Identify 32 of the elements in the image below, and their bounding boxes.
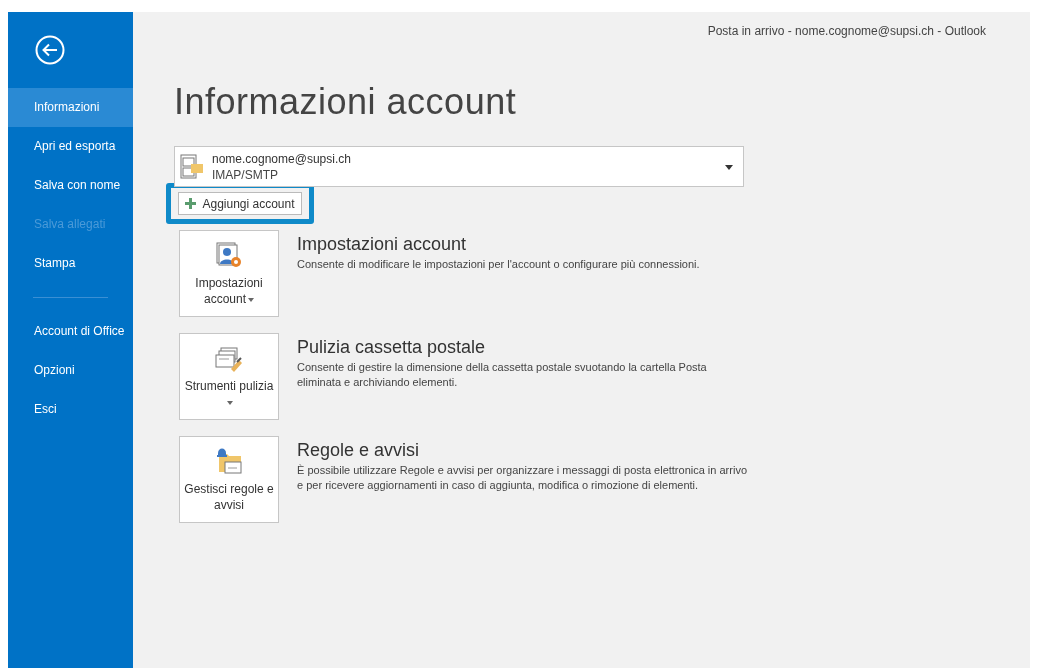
envelopes-brush-icon — [215, 347, 243, 373]
sidebar-item[interactable]: Esci — [8, 390, 133, 429]
person-gear-icon — [215, 242, 243, 270]
page-heading: Informazioni account — [174, 80, 518, 124]
caret-icon — [227, 400, 233, 405]
bell-folder-icon — [215, 446, 243, 476]
plus-icon — [185, 198, 197, 209]
sidebar-item[interactable]: Stampa — [8, 244, 133, 283]
caret-icon — [248, 297, 254, 302]
back-button[interactable] — [35, 35, 65, 65]
account-email: nome.cognome@supsi.ch — [212, 150, 351, 167]
back-icon — [35, 35, 65, 65]
add-account-button[interactable]: Aggiungi account — [178, 192, 302, 215]
section-title: Impostazioni account — [297, 233, 468, 255]
section-title: Pulizia cassetta postale — [297, 336, 487, 358]
sidebar-item[interactable]: Opzioni — [8, 351, 133, 390]
section-title: Regole e avvisi — [297, 439, 421, 461]
sidebar-item[interactable]: Salva con nome — [8, 166, 133, 205]
account-type: IMAP/SMTP — [212, 166, 279, 183]
sidebar-item[interactable]: Informazioni — [8, 88, 133, 127]
dropdown-caret-icon — [725, 165, 733, 170]
section-description: Consente di gestire la dimensione della cassetta postale svuotando la cartella Posta eliminata e archiviando elementi. — [297, 360, 708, 390]
section-description: È possibile utilizzare Regole e avvisi per organizzare i messaggi di posta elettronica in arrivo e per ricevere aggiornamenti in caso di aggiunta, modifica o rimozione di elementi. — [297, 463, 747, 493]
tile-button[interactable]: Strumenti pulizia — [179, 333, 279, 420]
window-title: Posta in arrivo - nome.cognome@supsi.ch - Outlook — [707, 23, 986, 40]
sidebar-item[interactable]: Account di Office — [8, 312, 133, 351]
section-description: Consente di modificare le impostazioni per l'account o configurare più connessioni. — [297, 257, 701, 272]
sidebar-item[interactable]: Apri ed esporta — [8, 127, 133, 166]
mailbox-icon — [180, 153, 204, 180]
account-dropdown[interactable]: nome.cognome@supsi.ch IMAP/SMTP — [174, 146, 744, 187]
tile-button[interactable]: Gestisci regole e avvisi — [179, 436, 279, 523]
tile-button[interactable]: Impostazioni account — [179, 230, 279, 317]
